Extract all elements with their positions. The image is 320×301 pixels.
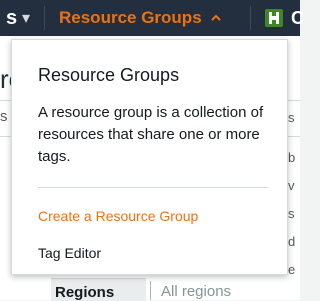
background-text-fragment: s	[288, 110, 295, 125]
background-text-fragment: s	[288, 206, 295, 221]
nav-divider	[44, 6, 45, 30]
tag-editor-link[interactable]: Tag Editor	[38, 245, 101, 261]
chevron-down-icon[interactable]: ▾	[22, 8, 30, 28]
tab-regions[interactable]: Regions	[51, 278, 146, 301]
background-text-fragment: b	[288, 150, 296, 165]
background-text-fragment: v	[288, 178, 295, 193]
service-cube-icon[interactable]	[263, 7, 285, 29]
top-navigation-bar: s ▾ Resource Groups C	[0, 0, 304, 36]
dropdown-divider	[38, 187, 268, 188]
create-resource-group-link[interactable]: Create a Resource Group	[38, 208, 198, 224]
chevron-up-icon	[210, 14, 221, 21]
resource-groups-label: Resource Groups	[59, 8, 202, 27]
tab-regions-label: Regions	[55, 284, 115, 301]
service-truncated-label[interactable]: C	[291, 6, 311, 30]
background-text-fragment: d	[288, 234, 296, 249]
nav-divider	[250, 6, 251, 30]
tab-divider	[150, 281, 151, 300]
resource-groups-dropdown: Resource Groups A resource group is a co…	[11, 39, 288, 275]
resource-groups-menu-button[interactable]: Resource Groups	[59, 5, 222, 31]
dropdown-title: Resource Groups	[38, 65, 180, 85]
nav-left-truncated-label[interactable]: s	[6, 6, 17, 30]
all-regions-label[interactable]: All regions	[161, 283, 231, 300]
dropdown-description: A resource group is a collection of reso…	[38, 104, 264, 165]
page-text-fragment: s a	[0, 108, 11, 125]
page-heading-fragment: re	[0, 64, 11, 94]
background-text-fragment: e	[288, 262, 296, 277]
